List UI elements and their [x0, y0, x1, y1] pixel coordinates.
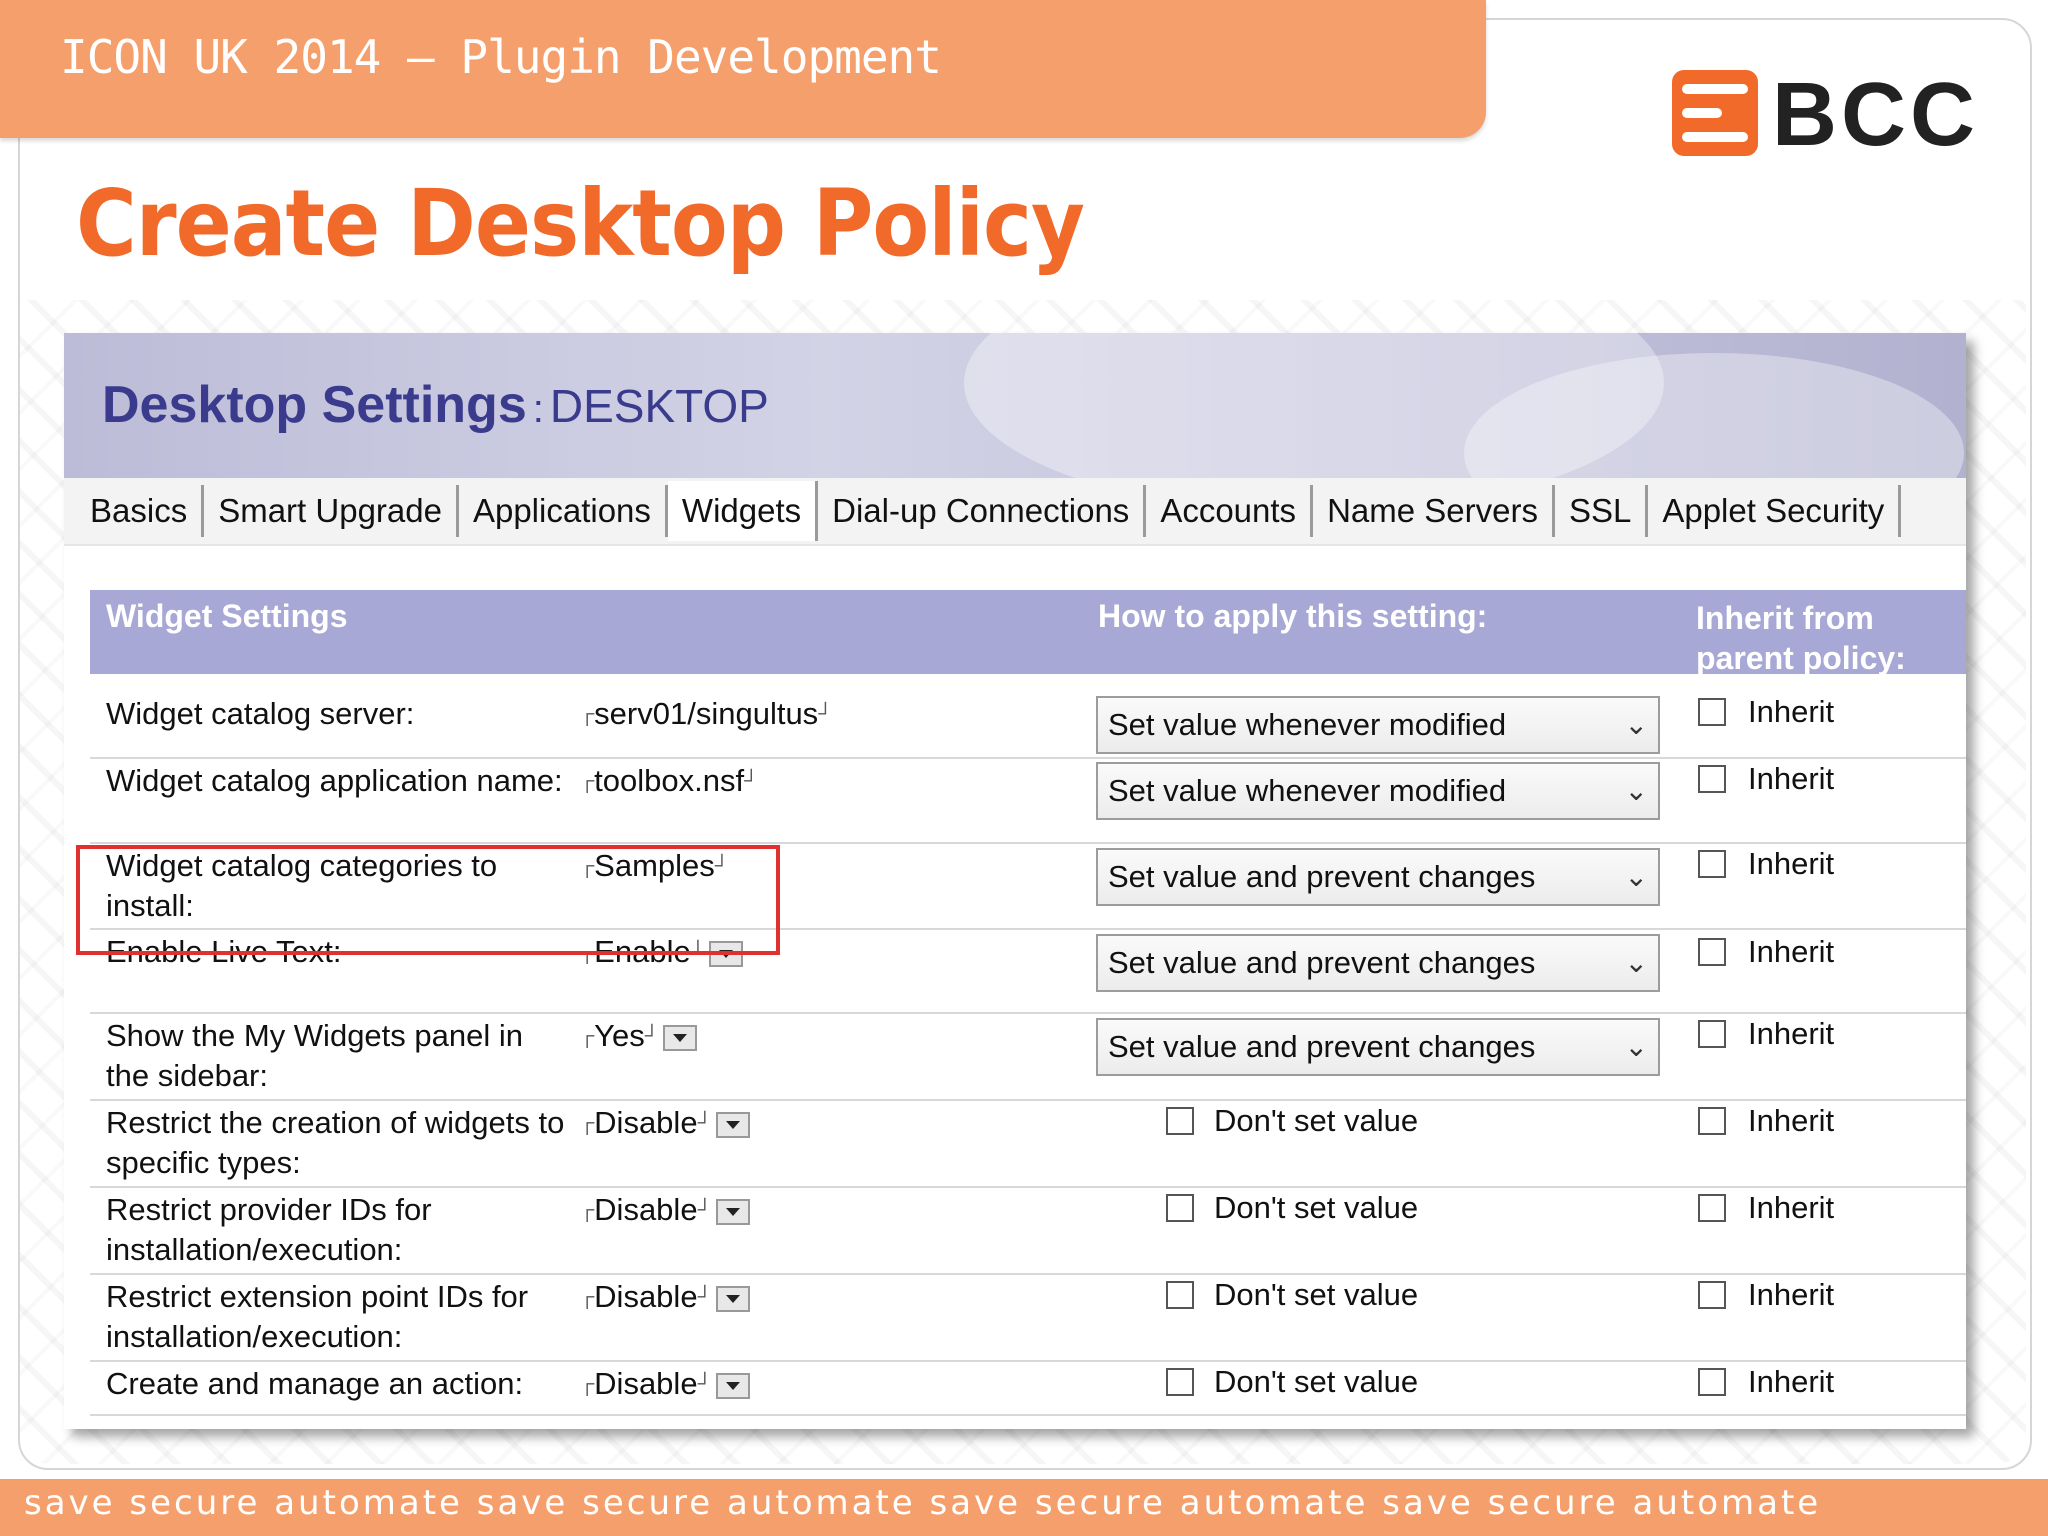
apply-select[interactable]: Set value whenever modified ⌄ [1096, 696, 1660, 754]
setting-value[interactable]: ┌Yes┘ [580, 1016, 697, 1056]
inherit-label: Inherit [1748, 1103, 1835, 1138]
tab-smart-upgrade[interactable]: Smart Upgrade [204, 485, 459, 537]
table-header: Widget Settings How to apply this settin… [90, 590, 1966, 676]
setting-label: Show the My Widgets panel in the sidebar… [106, 1018, 523, 1093]
table-row: Restrict the creation of widgets to spec… [90, 1101, 1966, 1188]
widget-settings-table: Widget Settings How to apply this settin… [90, 590, 1966, 1416]
apply-select[interactable]: Set value whenever modified ⌄ [1096, 762, 1660, 820]
table-row: Restrict extension point IDs for install… [90, 1275, 1966, 1362]
apply-checkbox[interactable] [1166, 1107, 1194, 1135]
inherit-label: Inherit [1748, 934, 1835, 969]
inherit-checkbox[interactable] [1698, 1368, 1726, 1396]
inherit-label: Inherit [1748, 761, 1835, 796]
inherit-label: Inherit [1748, 1190, 1835, 1225]
tab-bar: Basics Smart Upgrade Applications Widget… [64, 478, 1966, 546]
tab-dial-up-connections[interactable]: Dial-up Connections [818, 485, 1147, 537]
value-dropdown-button[interactable] [715, 1111, 750, 1138]
apply-label: Don't set value [1214, 1190, 1419, 1225]
tab-accounts[interactable]: Accounts [1146, 485, 1314, 537]
tab-applications[interactable]: Applications [459, 485, 668, 537]
panel-title-separator: : [532, 387, 544, 431]
apply-label: Don't set value [1214, 1277, 1419, 1312]
apply-select[interactable]: Set value and prevent changes ⌄ [1096, 1018, 1660, 1076]
logo-text: BCC [1772, 65, 1979, 165]
inherit-checkbox[interactable] [1698, 938, 1726, 966]
page-title: Create Desktop Policy [76, 170, 1085, 277]
apply-select[interactable]: Set value and prevent changes ⌄ [1096, 934, 1660, 992]
setting-value[interactable]: ┌serv01/singultus┘ [580, 694, 832, 734]
setting-value[interactable]: ┌Disable┘ [580, 1190, 750, 1230]
chevron-down-icon: ⌄ [1624, 861, 1648, 892]
chevron-down-icon: ⌄ [1624, 709, 1648, 740]
column-how-to-apply: How to apply this setting: [1098, 598, 1488, 634]
table-row: Restrict provider IDs for installation/e… [90, 1188, 1966, 1275]
tab-ssl[interactable]: SSL [1555, 485, 1649, 537]
inherit-checkbox[interactable] [1698, 850, 1726, 878]
setting-label: Restrict provider IDs for installation/e… [106, 1192, 432, 1267]
apply-label: Don't set value [1214, 1364, 1419, 1399]
inherit-checkbox[interactable] [1698, 698, 1726, 726]
value-dropdown-button[interactable] [715, 1372, 750, 1399]
inherit-label: Inherit [1748, 1364, 1835, 1399]
header-text: ICON UK 2014 – Plugin Development [60, 30, 942, 84]
panel-title-subtitle: DESKTOP [549, 380, 769, 432]
apply-select[interactable]: Set value and prevent changes ⌄ [1096, 848, 1660, 906]
setting-value[interactable]: ┌toolbox.nsf┘ [580, 761, 758, 801]
apply-label: Don't set value [1214, 1103, 1419, 1138]
bcc-logo-icon [1672, 70, 1758, 156]
panel-title: Desktop Settings: DESKTOP [102, 375, 769, 435]
value-dropdown-button[interactable] [715, 1285, 750, 1312]
column-widget-settings: Widget Settings [106, 598, 348, 634]
inherit-checkbox[interactable] [1698, 765, 1726, 793]
inherit-checkbox[interactable] [1698, 1281, 1726, 1309]
apply-checkbox[interactable] [1166, 1281, 1194, 1309]
inherit-label: Inherit [1748, 694, 1835, 729]
setting-label: Restrict the creation of widgets to spec… [106, 1105, 565, 1180]
setting-value[interactable]: ┌Disable┘ [580, 1103, 750, 1143]
tab-widgets[interactable]: Widgets [667, 481, 819, 541]
setting-label: Restrict extension point IDs for install… [106, 1279, 529, 1354]
apply-checkbox[interactable] [1166, 1368, 1194, 1396]
inherit-checkbox[interactable] [1698, 1107, 1726, 1135]
setting-label: Widget catalog server: [106, 696, 415, 731]
tab-basics[interactable]: Basics [76, 485, 205, 537]
bcc-logo: BCC [1672, 65, 1982, 165]
setting-value[interactable]: ┌Disable┘ [580, 1364, 750, 1404]
table-row: Widget catalog application name: ┌toolbo… [90, 759, 1966, 844]
setting-label: Create and manage an action: [106, 1366, 524, 1401]
table-row: Create and manage an action: ┌Disable┘ D… [90, 1362, 1966, 1416]
inherit-label: Inherit [1748, 1277, 1835, 1312]
footer-band: save secure automate save secure automat… [0, 1479, 2048, 1536]
value-dropdown-button[interactable] [715, 1198, 750, 1225]
inherit-checkbox[interactable] [1698, 1020, 1726, 1048]
panel-title-main: Desktop Settings [102, 376, 527, 434]
inherit-checkbox[interactable] [1698, 1194, 1726, 1222]
table-row: Show the My Widgets panel in the sidebar… [90, 1014, 1966, 1101]
highlight-box [76, 845, 780, 955]
chevron-down-icon: ⌄ [1624, 1031, 1648, 1062]
inherit-label: Inherit [1748, 1016, 1835, 1051]
footer-tagline: save secure automate save secure automat… [24, 1483, 1822, 1523]
chevron-down-icon: ⌄ [1624, 947, 1648, 978]
setting-value[interactable]: ┌Disable┘ [580, 1277, 750, 1317]
apply-checkbox[interactable] [1166, 1194, 1194, 1222]
chevron-down-icon: ⌄ [1624, 775, 1648, 806]
tab-name-servers[interactable]: Name Servers [1313, 485, 1555, 537]
inherit-label: Inherit [1748, 846, 1835, 881]
panel-header: Desktop Settings: DESKTOP [64, 333, 1966, 553]
value-dropdown-button[interactable] [662, 1024, 697, 1051]
tab-applet-security[interactable]: Applet Security [1648, 485, 1902, 537]
column-inherit: Inherit from parent policy: [1696, 600, 1906, 676]
table-row: Widget catalog server: ┌serv01/singultus… [90, 674, 1966, 759]
setting-label: Widget catalog application name: [106, 763, 563, 798]
header-band: ICON UK 2014 – Plugin Development [0, 0, 1486, 138]
